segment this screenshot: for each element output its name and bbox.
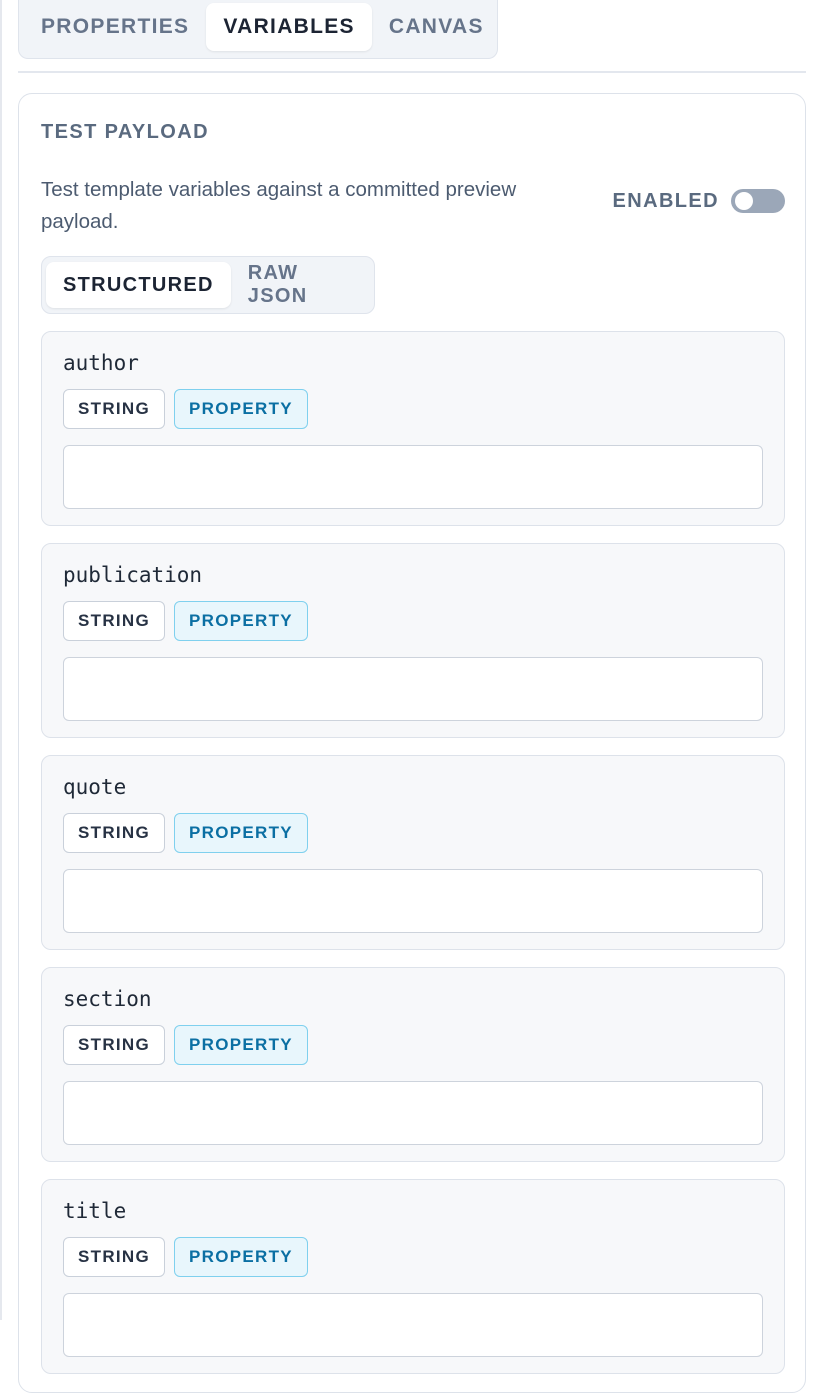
- variable-badges: STRING PROPERTY: [63, 813, 308, 853]
- kind-badge: PROPERTY: [174, 1237, 308, 1277]
- variable-name: author: [63, 351, 139, 375]
- enabled-toggle[interactable]: [731, 189, 785, 213]
- type-badge: STRING: [63, 389, 166, 429]
- variable-card: quote STRING PROPERTY: [41, 755, 785, 950]
- section-title: TEST PAYLOAD: [41, 121, 209, 143]
- variable-name: quote: [63, 775, 127, 799]
- variable-badges: STRING PROPERTY: [63, 1237, 308, 1277]
- tab-raw-json[interactable]: RAW JSON: [231, 262, 370, 308]
- enabled-control: ENABLED: [613, 189, 785, 213]
- divider: [18, 71, 806, 73]
- variable-name: section: [63, 987, 152, 1011]
- variable-value-input[interactable]: [63, 869, 763, 933]
- variable-value-input[interactable]: [63, 1081, 763, 1145]
- variable-value-input[interactable]: [63, 657, 763, 721]
- type-badge: STRING: [63, 1237, 166, 1277]
- variable-name: title: [63, 1199, 127, 1223]
- variable-value-input[interactable]: [63, 1293, 763, 1357]
- kind-badge: PROPERTY: [174, 389, 308, 429]
- kind-badge: PROPERTY: [174, 1025, 308, 1065]
- variable-card: title STRING PROPERTY: [41, 1179, 785, 1374]
- kind-badge: PROPERTY: [174, 813, 308, 853]
- payload-mode-tabs: STRUCTURED RAW JSON: [41, 256, 375, 314]
- variable-name: publication: [63, 563, 203, 587]
- kind-badge: PROPERTY: [174, 601, 308, 641]
- variable-badges: STRING PROPERTY: [63, 1025, 308, 1065]
- tab-variables[interactable]: VARIABLES: [206, 3, 372, 51]
- variable-card: author STRING PROPERTY: [41, 331, 785, 526]
- type-badge: STRING: [63, 1025, 166, 1065]
- test-payload-card: TEST PAYLOAD Test template variables aga…: [18, 93, 806, 1393]
- variable-value-input[interactable]: [63, 445, 763, 509]
- tab-canvas[interactable]: CANVAS: [372, 3, 501, 51]
- tab-structured[interactable]: STRUCTURED: [46, 262, 231, 308]
- toggle-knob: [735, 192, 753, 210]
- section-description: Test template variables against a commit…: [41, 178, 517, 233]
- variable-badges: STRING PROPERTY: [63, 601, 308, 641]
- variable-card: publication STRING PROPERTY: [41, 543, 785, 738]
- type-badge: STRING: [63, 813, 166, 853]
- variable-card: section STRING PROPERTY: [41, 967, 785, 1162]
- enabled-label: ENABLED: [612, 189, 719, 212]
- variable-badges: STRING PROPERTY: [63, 389, 308, 429]
- tab-properties[interactable]: PROPERTIES: [24, 3, 206, 51]
- left-border: [0, 0, 2, 1320]
- panel-tabs: PROPERTIES VARIABLES CANVAS: [18, 0, 498, 59]
- variable-list: author STRING PROPERTY publication STRIN…: [41, 331, 785, 1391]
- type-badge: STRING: [63, 601, 166, 641]
